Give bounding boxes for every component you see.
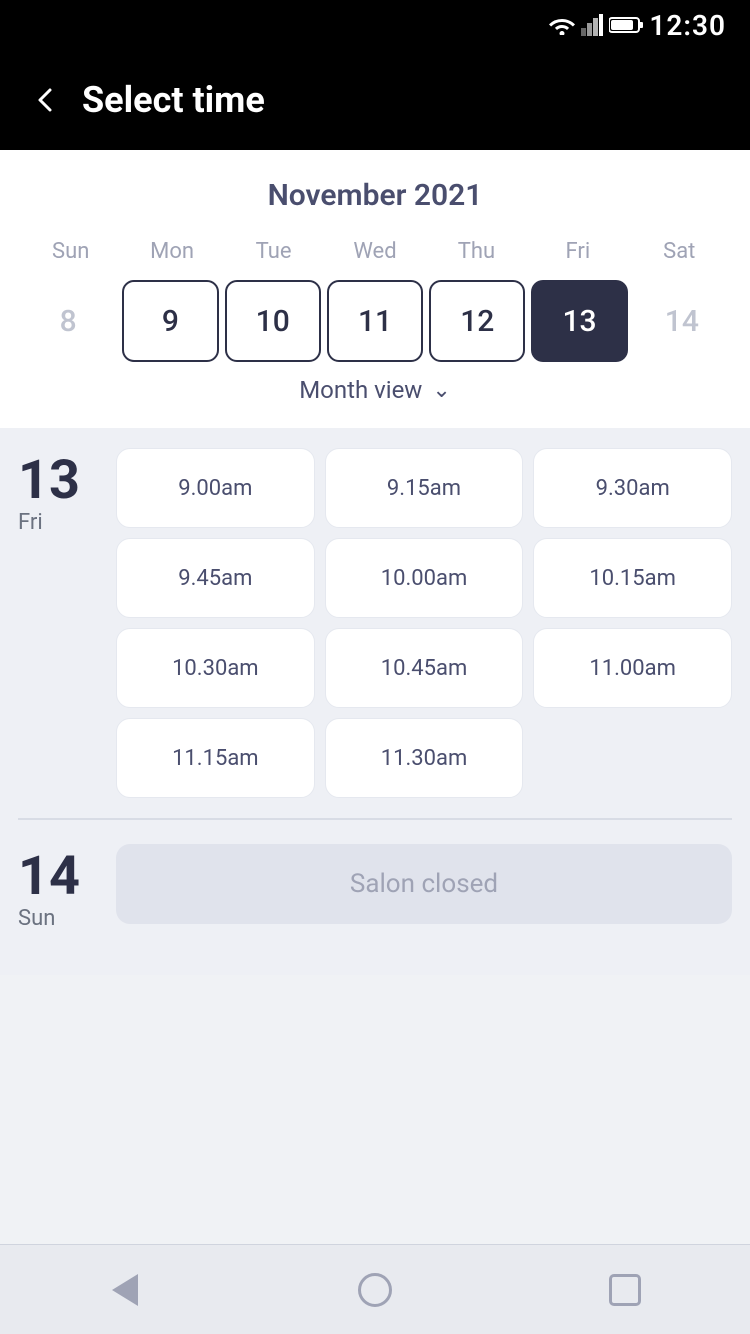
slot-1030am[interactable]: 10.30am [116,628,315,708]
back-nav-icon [112,1274,138,1306]
nav-spacer [0,975,750,1065]
page-title: Select time [82,79,265,121]
chevron-down-icon: ⌄ [432,378,450,403]
date-14[interactable]: 14 [634,280,730,362]
header: Select time [0,50,750,150]
slot-900am[interactable]: 9.00am [116,448,315,528]
date-8[interactable]: 8 [20,280,116,362]
weekday-sat: Sat [629,235,730,268]
date-11[interactable]: 11 [327,280,423,362]
month-year: November 2021 [20,178,730,213]
weekday-thu: Thu [426,235,527,268]
slots-section: 13 Fri 9.00am 9.15am 9.30am 9.45am 10.00… [0,428,750,975]
month-view-toggle[interactable]: Month view ⌄ [20,362,730,412]
dates-row: 8 9 10 11 12 13 14 [20,280,730,362]
date-13[interactable]: 13 [531,280,627,362]
day-14-name: Sun [18,906,55,931]
slot-945am[interactable]: 9.45am [116,538,315,618]
status-time: 12:30 [649,9,726,42]
date-10[interactable]: 10 [225,280,321,362]
month-view-label: Month view [299,376,422,404]
calendar-section: November 2021 Sun Mon Tue Wed Thu Fri Sa… [0,150,750,428]
day-13-block: 13 Fri 9.00am 9.15am 9.30am 9.45am 10.00… [18,448,732,798]
weekday-wed: Wed [324,235,425,268]
day-divider [18,818,732,820]
nav-bar [0,1244,750,1334]
salon-closed-label: Salon closed [350,869,498,899]
day-14-label: 14 Sun [18,844,98,931]
slot-1015am[interactable]: 10.15am [533,538,732,618]
date-12[interactable]: 12 [429,280,525,362]
day-13-name: Fri [18,510,43,535]
day-13-slots-grid: 9.00am 9.15am 9.30am 9.45am 10.00am 10.1… [116,448,732,798]
day-14-number: 14 [18,850,80,904]
back-button[interactable] [30,84,62,116]
slot-1000am[interactable]: 10.00am [325,538,524,618]
battery-icon [609,16,643,34]
signal-icon [581,14,603,36]
weekday-sun: Sun [20,235,121,268]
slot-1045am[interactable]: 10.45am [325,628,524,708]
status-bar: 12:30 [0,0,750,50]
back-nav-button[interactable] [101,1266,149,1314]
slot-1130am[interactable]: 11.30am [325,718,524,798]
salon-closed: Salon closed [116,844,732,924]
day-13-label: 13 Fri [18,448,98,798]
slot-930am[interactable]: 9.30am [533,448,732,528]
weekday-tue: Tue [223,235,324,268]
slot-1115am[interactable]: 11.15am [116,718,315,798]
recent-nav-button[interactable] [601,1266,649,1314]
wifi-icon [549,15,575,35]
weekday-mon: Mon [121,235,222,268]
home-nav-button[interactable] [351,1266,399,1314]
date-9[interactable]: 9 [122,280,218,362]
weekday-fri: Fri [527,235,628,268]
day-13-number: 13 [18,454,80,508]
status-icons: 12:30 [549,9,726,42]
recent-nav-icon [609,1274,641,1306]
home-nav-icon [358,1273,392,1307]
week-days-row: Sun Mon Tue Wed Thu Fri Sat [20,235,730,268]
day-14-block: 14 Sun Salon closed [18,844,732,931]
slot-1100am[interactable]: 11.00am [533,628,732,708]
slot-915am[interactable]: 9.15am [325,448,524,528]
